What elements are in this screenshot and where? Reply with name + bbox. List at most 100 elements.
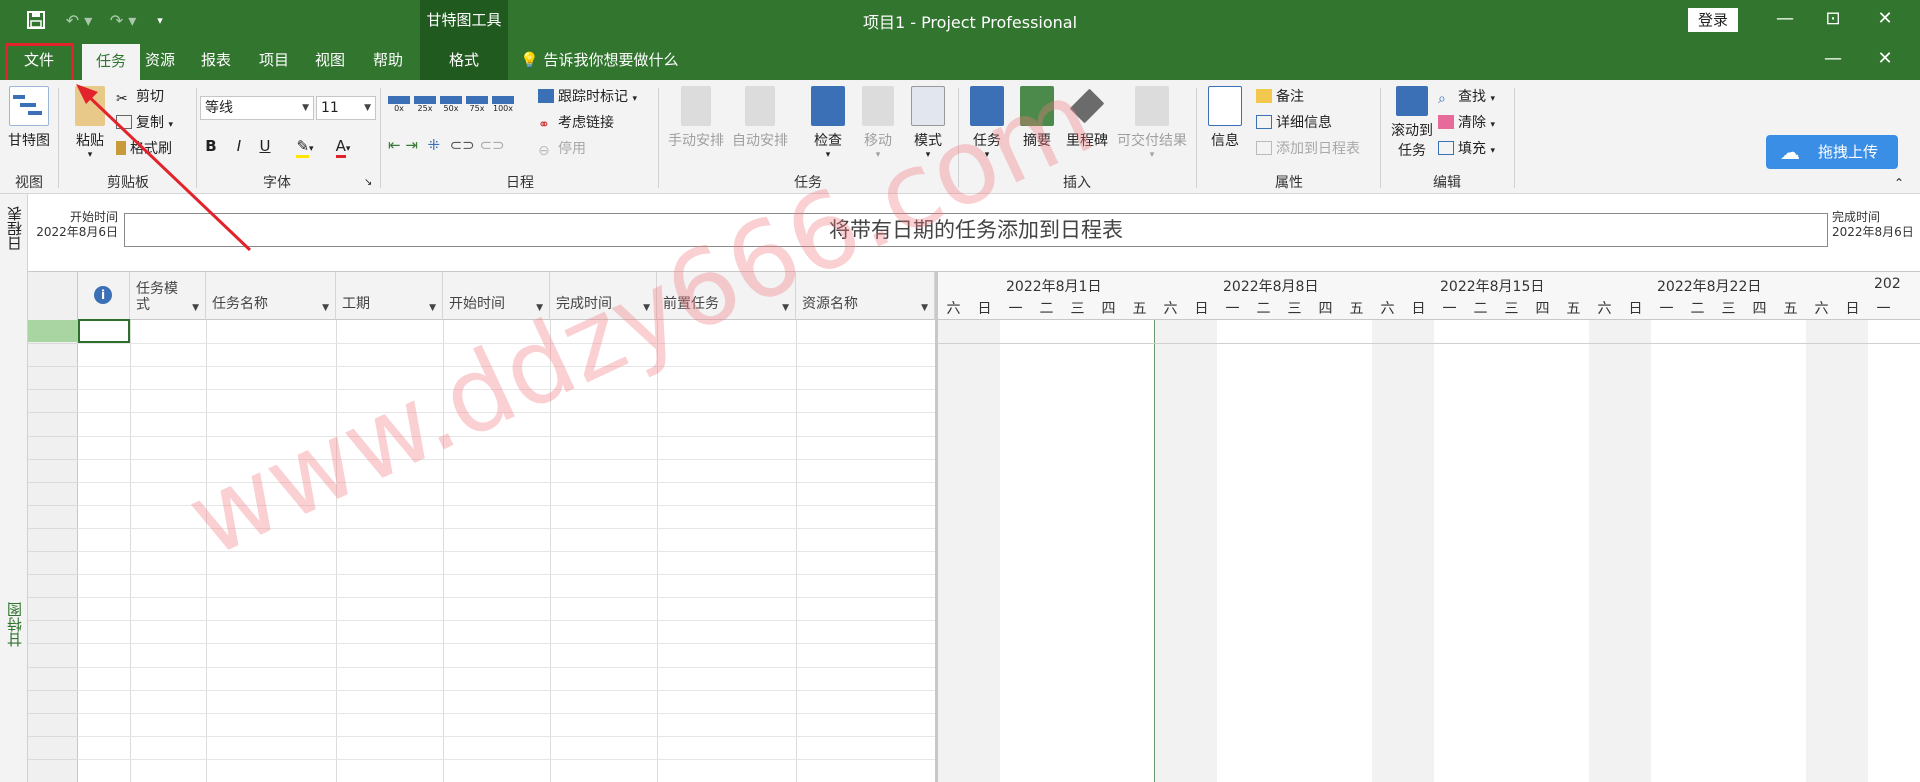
task-name-column-header[interactable]: 任务名称 ▼ <box>206 272 336 320</box>
deliverable-button[interactable]: 可交付结果 ▾ <box>1112 86 1192 160</box>
group-separator <box>1380 88 1381 188</box>
indent-outdent-buttons: ⇤ ⇥ ⁜ ⊂⊃ ⊂⊃ <box>388 136 518 158</box>
row-line <box>78 736 935 737</box>
row-line <box>78 459 935 460</box>
inactivate-button[interactable]: ⊖ 停用 <box>538 138 586 160</box>
indicators-column-header[interactable]: i <box>78 272 130 320</box>
percent-complete-buttons: 0x 25x 50x 75x 100x <box>388 96 518 126</box>
milestone-button[interactable]: 里程碑 <box>1062 86 1112 150</box>
respect-links-button[interactable]: ⚭ 考虑链接 <box>538 112 614 134</box>
details-button[interactable]: 详细信息 <box>1256 112 1332 134</box>
drag-upload-button[interactable]: ☁ 拖拽上传 <box>1766 135 1898 169</box>
font-size-combo[interactable]: 11 ▼ <box>316 96 376 120</box>
chevron-down-icon[interactable]: ▼ <box>429 303 436 313</box>
chevron-down-icon[interactable]: ▼ <box>192 303 199 313</box>
chevron-down-icon[interactable]: ▼ <box>782 303 789 313</box>
minimize-button[interactable]: — <box>1758 0 1812 40</box>
mode-button[interactable]: 模式 ▾ <box>904 86 952 160</box>
tell-me-search[interactable]: 💡 告诉我你想要做什么 <box>520 40 678 80</box>
week-label: 2022年8月8日 <box>1223 279 1319 295</box>
notes-button[interactable]: 备注 <box>1256 86 1304 108</box>
row-line <box>938 343 1920 344</box>
task-name-header-label: 任务名称 <box>212 296 268 312</box>
scroll-to-task-button[interactable]: 滚动到 任务 <box>1384 86 1440 160</box>
link-icon[interactable]: ⊂⊃ <box>450 136 475 154</box>
manual-schedule-button[interactable]: 手动安排 <box>664 86 728 150</box>
percent-100-button[interactable]: 100x <box>492 96 514 113</box>
timeline-bar[interactable]: 将带有日期的任务添加到日程表 <box>124 213 1828 247</box>
row-line <box>78 412 935 413</box>
percent-0-button[interactable]: 0x <box>388 96 410 113</box>
start-column-header[interactable]: 开始时间 ▼ <box>443 272 550 320</box>
row-line <box>28 667 78 668</box>
info-icon <box>1208 86 1242 126</box>
row-line <box>78 643 935 644</box>
add-to-timeline-button[interactable]: 添加到日程表 <box>1256 138 1360 160</box>
gantt-chart: 2022年8月1日 2022年8月8日 2022年8月15日 2022年8月22… <box>938 272 1920 782</box>
milestone-icon <box>1069 88 1105 124</box>
gantt-side-tab[interactable]: 甘特图 <box>0 272 28 782</box>
move-button[interactable]: 移动 ▾ <box>856 86 900 160</box>
editing-group-label: 编辑 <box>1433 175 1461 191</box>
task-icon <box>970 86 1004 126</box>
active-cell[interactable] <box>78 319 130 343</box>
chevron-down-icon[interactable]: ▼ <box>643 303 650 313</box>
resource-names-column-header[interactable]: 资源名称 ▼ <box>796 272 935 320</box>
row-line <box>78 574 935 575</box>
font-dialog-launcher-icon[interactable]: ↘ <box>364 172 372 194</box>
chevron-down-icon[interactable]: ▼ <box>921 303 928 313</box>
unlink-icon[interactable]: ⊂⊃ <box>480 136 505 154</box>
information-button[interactable]: 信息 <box>1202 86 1248 150</box>
collapse-ribbon-icon[interactable]: ⌃ <box>1894 172 1904 194</box>
predecessors-column-header[interactable]: 前置任务 ▼ <box>657 272 796 320</box>
scroll-to-task-label-2: 任务 <box>1398 143 1426 159</box>
mode-label: 模式 <box>914 133 942 149</box>
day-label: 三 <box>1070 301 1085 317</box>
clear-button[interactable]: 清除 ▾ <box>1438 112 1495 134</box>
track-label: 跟踪时标记 <box>558 89 628 105</box>
task-mode-column-header[interactable]: 任务模式 ▼ <box>130 272 206 320</box>
tab-format[interactable]: 格式 <box>420 40 508 80</box>
percent-50-button[interactable]: 50x <box>440 96 462 113</box>
track-mark-button[interactable]: 跟踪时标记 ▾ <box>538 86 637 108</box>
day-label: 六 <box>1380 301 1395 317</box>
note-icon <box>1256 89 1272 103</box>
login-button[interactable]: 登录 <box>1688 8 1738 32</box>
chevron-down-icon[interactable]: ▼ <box>322 303 329 313</box>
ribbon-display-icon[interactable]: ⊡ <box>1806 0 1860 40</box>
row-line <box>28 574 78 575</box>
fill-button[interactable]: 填充 ▾ <box>1438 138 1495 160</box>
percent-75-button[interactable]: 75x <box>466 96 488 113</box>
tab-help[interactable]: 帮助 <box>368 40 408 80</box>
schedule-group-label: 日程 <box>506 175 534 191</box>
finish-header-label: 完成时间 <box>556 296 612 312</box>
insert-task-button[interactable]: 任务 ▾ <box>964 86 1010 160</box>
inspect-button[interactable]: 检查 ▾ <box>804 86 852 160</box>
doc-close-button[interactable]: ✕ <box>1858 40 1912 80</box>
inactivate-label: 停用 <box>558 141 586 157</box>
selected-row-header[interactable] <box>28 320 78 342</box>
day-label: 五 <box>1783 301 1798 317</box>
indent-icon[interactable]: ⇥ <box>405 136 418 154</box>
font-color-button[interactable]: A▾ <box>326 135 360 158</box>
day-label: 六 <box>946 301 961 317</box>
row-line <box>78 505 935 506</box>
day-label: 四 <box>1318 301 1333 317</box>
current-date-line <box>1154 320 1155 782</box>
day-label: 日 <box>1411 301 1426 317</box>
annotation-arrow <box>76 84 252 252</box>
doc-minimize-button[interactable]: — <box>1806 40 1860 80</box>
auto-schedule-button[interactable]: 自动安排 <box>728 86 792 150</box>
percent-25-button[interactable]: 25x <box>414 96 436 113</box>
duration-column-header[interactable]: 工期 ▼ <box>336 272 443 320</box>
row-line <box>78 620 935 621</box>
close-button[interactable]: ✕ <box>1858 0 1912 40</box>
summary-button[interactable]: 摘要 <box>1014 86 1060 150</box>
outdent-icon[interactable]: ⇤ <box>388 136 401 154</box>
finish-column-header[interactable]: 完成时间 ▼ <box>550 272 657 320</box>
chevron-down-icon[interactable]: ▼ <box>536 303 543 313</box>
tab-view[interactable]: 视图 <box>310 40 350 80</box>
find-button[interactable]: ⌕ 查找 ▾ <box>1438 86 1495 108</box>
day-label: 一 <box>1659 301 1674 317</box>
split-icon[interactable]: ⁜ <box>427 136 440 154</box>
